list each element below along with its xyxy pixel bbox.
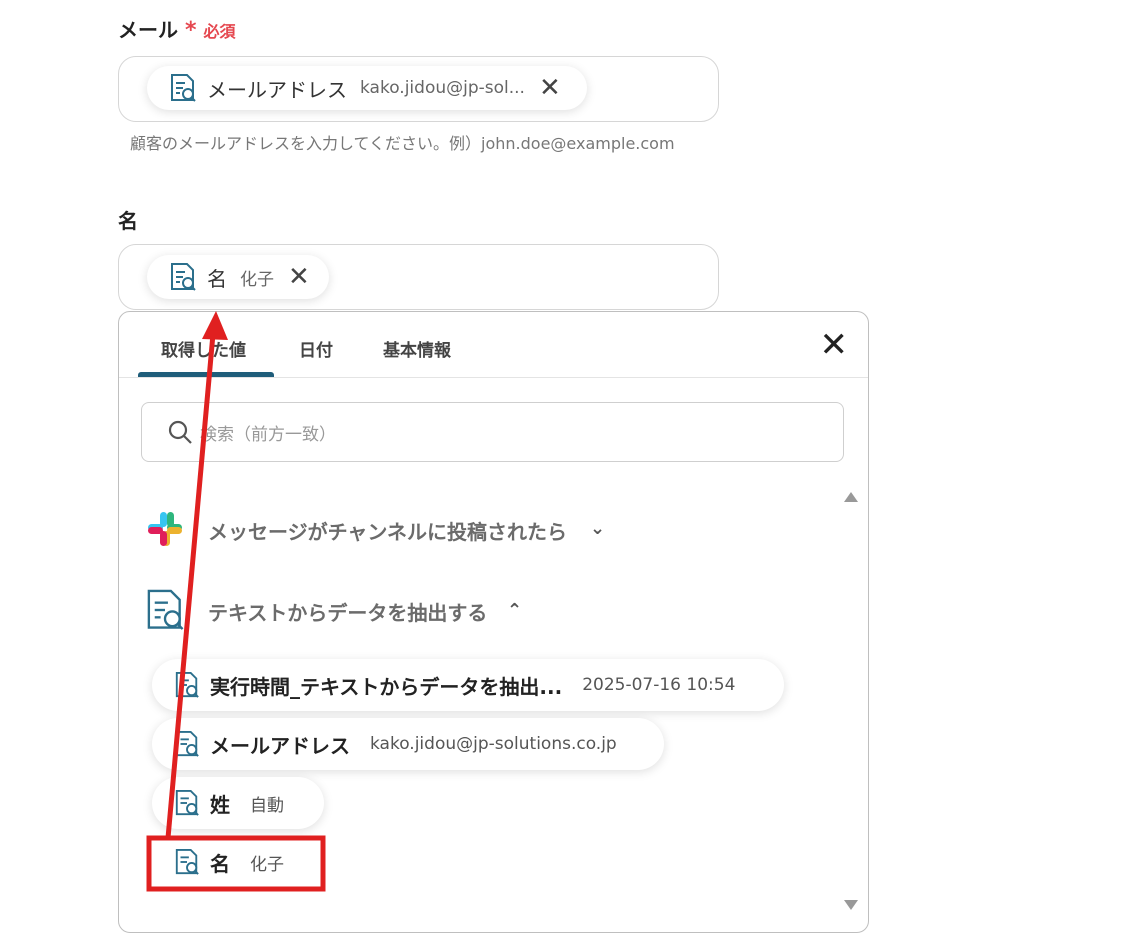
item-name: 姓 xyxy=(210,792,230,817)
group-title-slack-trigger[interactable]: メッセージがチャンネルに投稿されたら xyxy=(208,516,567,545)
search-placeholder: 検索（前方一致） xyxy=(200,424,336,445)
document-search-icon xyxy=(175,672,199,698)
chip-name: 名 xyxy=(207,266,227,291)
list-item[interactable]: 名 化子 xyxy=(152,836,324,888)
search-input[interactable]: 検索（前方一致） xyxy=(141,402,844,462)
email-value-chip[interactable]: メールアドレス kako.jidou@jp-sol... ✕ xyxy=(147,66,587,110)
chevron-up-icon[interactable]: ⌃ xyxy=(507,600,522,621)
name-field-label: 名 xyxy=(118,209,138,233)
chip-value: kako.jidou@jp-sol... xyxy=(360,78,525,98)
chip-value: 化子 xyxy=(240,269,274,290)
item-value: 化子 xyxy=(250,854,284,875)
item-name: 名 xyxy=(210,851,230,876)
document-search-icon xyxy=(175,790,199,816)
item-value: kako.jidou@jp-solutions.co.jp xyxy=(370,734,617,754)
document-search-icon xyxy=(147,589,184,630)
tab-date[interactable]: 日付 xyxy=(299,336,333,361)
group-title-extract-text[interactable]: テキストからデータを抽出する xyxy=(208,597,487,626)
document-search-icon xyxy=(175,731,199,757)
email-label-text: メール xyxy=(118,18,178,42)
document-search-icon xyxy=(171,74,196,102)
value-picker-panel: 取得した値 日付 基本情報 ✕ 検索（前方一致） メッセージがチャンネルに投稿さ… xyxy=(118,311,869,933)
item-value: 自動 xyxy=(250,795,284,816)
tab-basic-info[interactable]: 基本情報 xyxy=(383,336,451,361)
document-search-icon xyxy=(171,263,196,291)
item-name: メールアドレス xyxy=(210,733,350,758)
chevron-down-icon[interactable]: ⌄ xyxy=(590,518,605,539)
remove-chip-icon[interactable]: ✕ xyxy=(288,264,310,290)
list-item[interactable]: 実行時間_テキストからデータを抽出... 2025-07-16 10:54 xyxy=(152,659,784,711)
email-field-label: メール * 必須 xyxy=(118,14,235,43)
required-asterisk: * xyxy=(184,18,197,43)
scroll-up-arrow[interactable] xyxy=(844,492,858,502)
close-icon[interactable]: ✕ xyxy=(820,328,849,362)
name-value-chip[interactable]: 名 化子 ✕ xyxy=(147,255,329,299)
scroll-down-arrow[interactable] xyxy=(844,900,858,910)
tab-divider xyxy=(119,377,868,378)
chip-name: メールアドレス xyxy=(207,77,347,102)
list-item[interactable]: 姓 自動 xyxy=(152,777,324,829)
required-badge: 必須 xyxy=(203,22,236,41)
item-name: 実行時間_テキストからデータを抽出... xyxy=(210,674,563,699)
remove-chip-icon[interactable]: ✕ xyxy=(539,75,561,101)
list-item[interactable]: メールアドレス kako.jidou@jp-solutions.co.jp xyxy=(152,718,664,770)
tab-acquired-values[interactable]: 取得した値 xyxy=(161,336,246,361)
search-icon xyxy=(168,420,192,444)
document-search-icon xyxy=(175,849,199,875)
email-hint: 顧客のメールアドレスを入力してください。例）john.doe@example.c… xyxy=(130,134,675,153)
item-value: 2025-07-16 10:54 xyxy=(582,675,736,695)
slack-icon xyxy=(148,512,182,546)
